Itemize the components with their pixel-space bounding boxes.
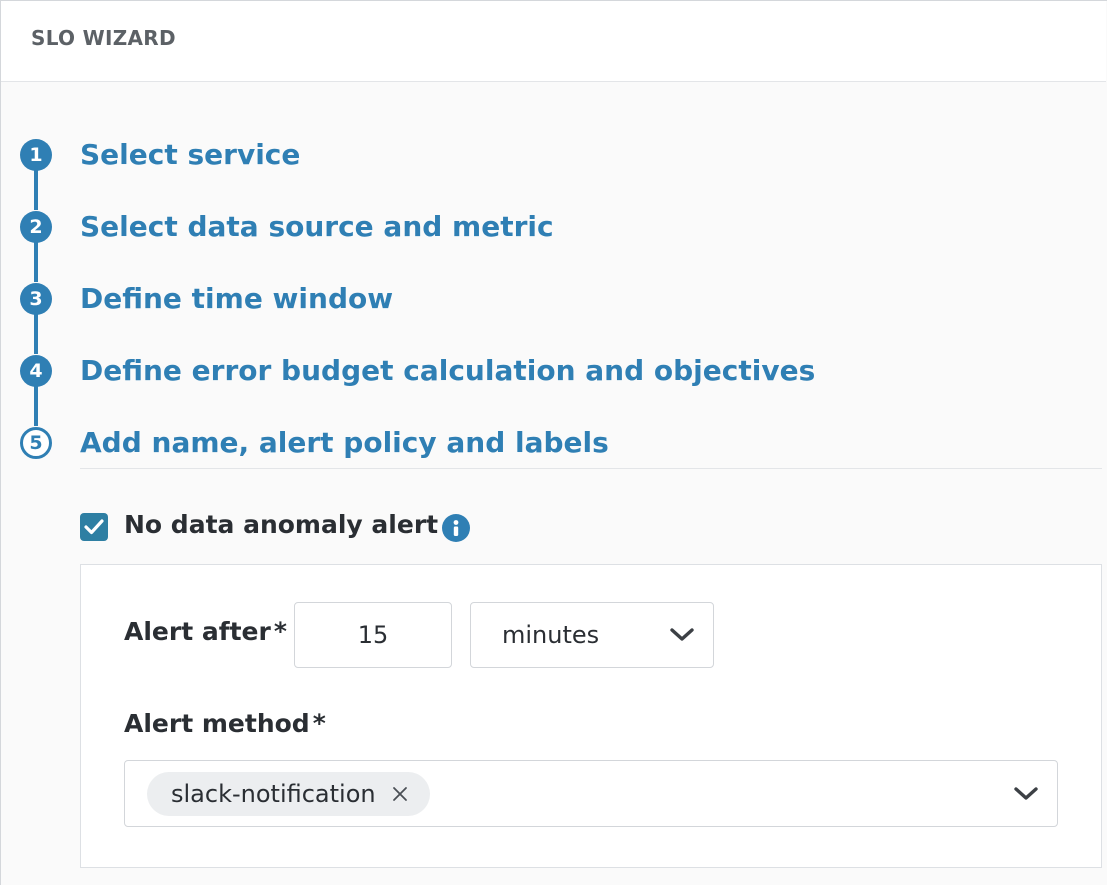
step-label[interactable]: Define error budget calculation and obje…: [80, 355, 815, 387]
alert-method-label-text: Alert method: [124, 709, 310, 738]
no-data-alert-label[interactable]: No data anomaly alert: [124, 510, 438, 539]
step-number: 4: [20, 355, 52, 387]
step-connector: [34, 386, 38, 426]
alert-method-chip: slack-notification: [147, 772, 430, 816]
required-mark: *: [273, 617, 287, 646]
alert-after-label: Alert after *: [124, 617, 287, 646]
chevron-down-icon: [670, 628, 694, 641]
info-icon[interactable]: [442, 514, 470, 542]
chip-label: slack-notification: [171, 780, 376, 808]
alert-after-unit-select[interactable]: minutes: [470, 602, 714, 668]
checkmark-icon: [84, 519, 104, 535]
alert-method-label: Alert method *: [124, 709, 326, 738]
no-data-alert-checkbox[interactable]: [80, 513, 108, 541]
step-connector: [34, 242, 38, 282]
section-divider: [80, 468, 1102, 469]
step-number: 3: [20, 283, 52, 315]
step-number: 1: [20, 139, 52, 171]
step-label[interactable]: Select data source and metric: [80, 211, 554, 243]
alert-method-select[interactable]: slack-notification: [124, 760, 1058, 827]
step-connector: [34, 314, 38, 354]
wizard-title: SLO WIZARD: [31, 26, 176, 50]
step-label[interactable]: Select service: [80, 139, 300, 171]
step-label[interactable]: Add name, alert policy and labels: [80, 427, 609, 459]
alert-after-input[interactable]: [294, 602, 452, 668]
step-number-current: 5: [20, 427, 52, 459]
alert-after-label-text: Alert after: [124, 617, 271, 646]
step-connector: [34, 170, 38, 210]
remove-chip-icon[interactable]: [392, 786, 408, 802]
required-mark: *: [312, 709, 326, 738]
chevron-down-icon[interactable]: [1013, 785, 1039, 803]
step-number: 2: [20, 211, 52, 243]
step-label[interactable]: Define time window: [80, 283, 393, 315]
wizard-header: SLO WIZARD: [1, 1, 1106, 82]
unit-select-value: minutes: [502, 621, 600, 649]
